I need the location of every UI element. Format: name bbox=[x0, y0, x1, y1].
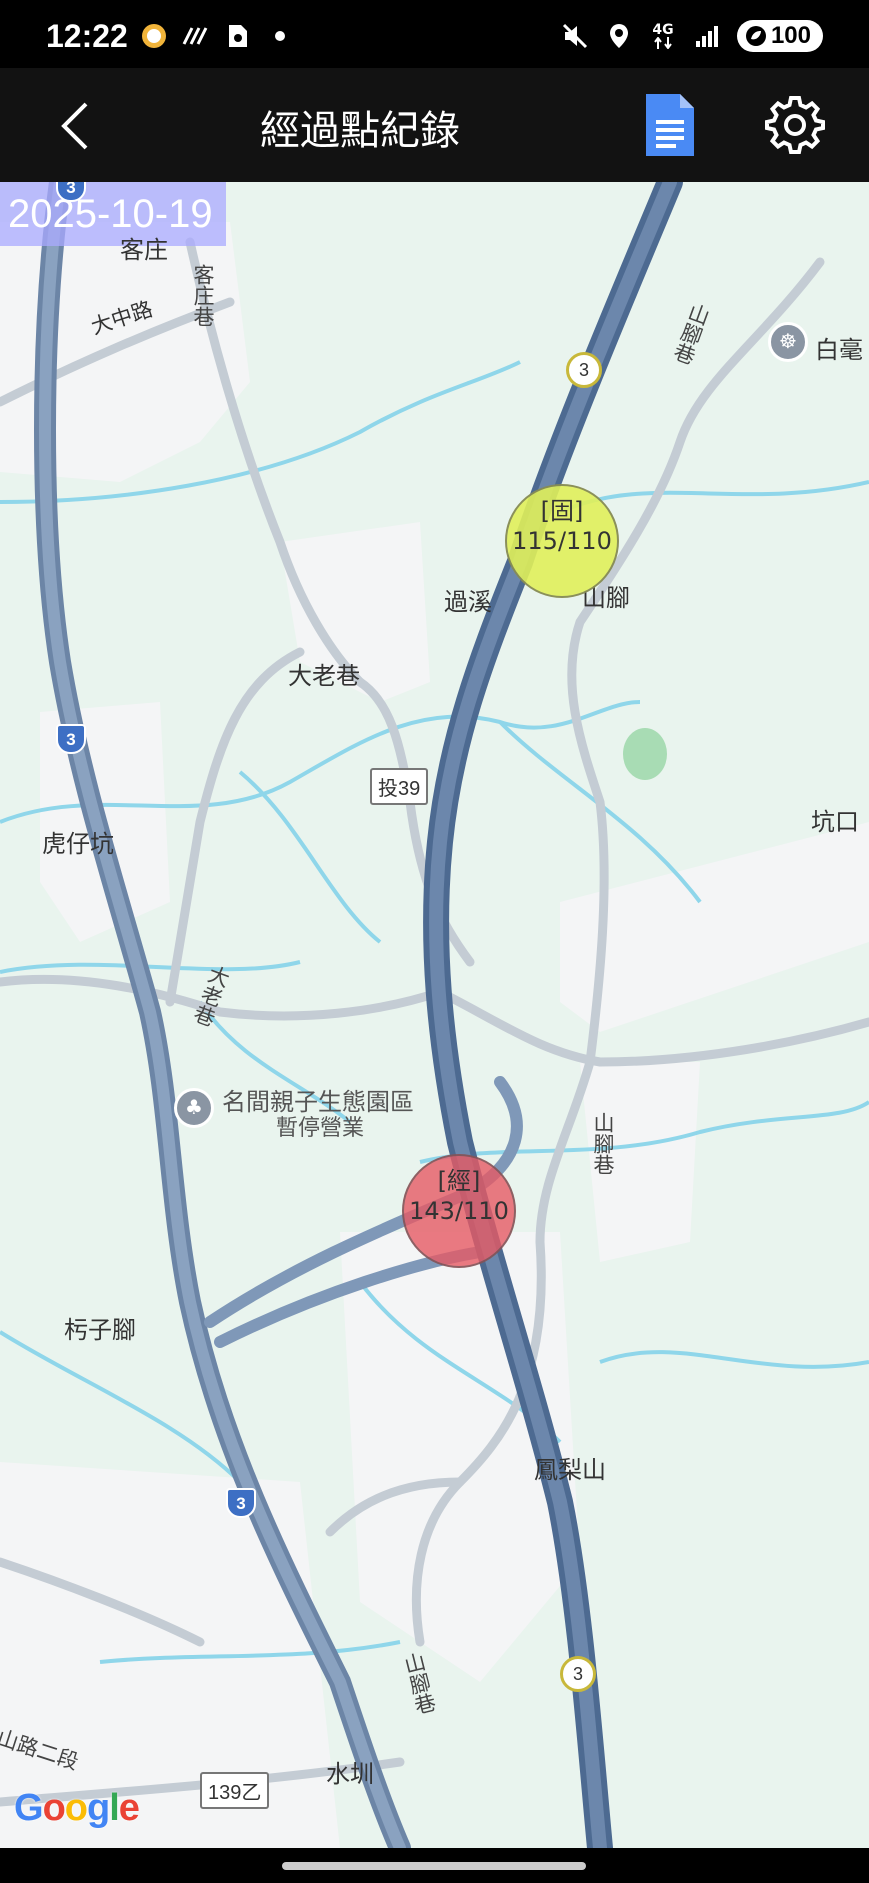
place-label: 水圳 bbox=[326, 1760, 374, 1788]
document-icon bbox=[646, 94, 694, 156]
gear-icon bbox=[765, 96, 825, 154]
place-label: 杇子腳 bbox=[64, 1316, 136, 1344]
park-icon[interactable]: ♣ bbox=[174, 1088, 214, 1128]
status-time: 12:22 bbox=[46, 18, 128, 54]
dot-icon bbox=[266, 22, 294, 50]
marker-count: 143/110 bbox=[409, 1197, 509, 1225]
temple-icon[interactable]: ☸ bbox=[768, 322, 808, 362]
mute-vibrate-icon bbox=[561, 22, 589, 50]
place-label: 鳳梨山 bbox=[534, 1456, 606, 1484]
back-arrow-icon bbox=[61, 102, 88, 150]
notification-icons bbox=[140, 22, 294, 50]
route-139-shield: 139乙 bbox=[200, 1772, 270, 1809]
network-type: 4G bbox=[652, 22, 674, 38]
highway-3-shield: 3 bbox=[560, 1656, 596, 1692]
marker-tag: [經] bbox=[437, 1167, 481, 1195]
place-label: 過溪 bbox=[444, 588, 492, 616]
place-label: 虎仔坑 bbox=[42, 830, 114, 858]
date-label: 2025-10-19 bbox=[0, 182, 226, 246]
home-gesture-handle[interactable] bbox=[282, 1862, 586, 1870]
google-logo: Google bbox=[14, 1787, 140, 1829]
place-label: 白毫 bbox=[815, 336, 863, 364]
highway-3-shield: 3 bbox=[56, 724, 86, 754]
place-label: 大老巷 bbox=[288, 662, 360, 690]
app-bar: 經過點紀錄 bbox=[0, 68, 869, 182]
navigation-bar bbox=[0, 1848, 869, 1883]
place-label: 坑口 bbox=[811, 808, 859, 836]
data-arrows-icon: 4G bbox=[649, 22, 677, 50]
place-label: 客庄 bbox=[120, 236, 168, 264]
road-label: 山腳巷 bbox=[591, 1112, 615, 1175]
marker-tag: [固] bbox=[540, 497, 584, 525]
cell-signal-icon bbox=[693, 22, 721, 50]
poi-label: 暫停營業 bbox=[276, 1116, 365, 1141]
checkpoint-marker-fixed[interactable]: [固] 115/110 bbox=[505, 484, 619, 598]
battery-level: 100 bbox=[770, 22, 811, 49]
map-view[interactable]: 2025-10-19 客庄 大中路 客庄巷 ☸ 白毫 過溪 山腳 大老巷 虎仔坑… bbox=[0, 182, 869, 1848]
highway-3-shield: 3 bbox=[226, 1488, 256, 1518]
route-39-shield: 投39 bbox=[370, 768, 429, 805]
location-icon bbox=[605, 22, 633, 50]
checkpoint-marker-passed[interactable]: [經] 143/110 bbox=[402, 1154, 516, 1268]
road-label: 客庄巷 bbox=[191, 264, 215, 327]
battery-saver-icon bbox=[745, 26, 766, 46]
app-badge-icon bbox=[140, 22, 168, 50]
settings-button[interactable] bbox=[764, 94, 826, 156]
sim-card-icon bbox=[224, 22, 252, 50]
battery-indicator: 100 bbox=[736, 20, 823, 52]
map-roads bbox=[0, 182, 869, 1848]
marker-count: 115/110 bbox=[512, 527, 612, 555]
back-button[interactable] bbox=[50, 98, 100, 154]
highway-3-shield: 3 bbox=[566, 352, 602, 388]
status-bar: 12:22 4G 100 bbox=[0, 0, 869, 68]
signal-lines-icon bbox=[182, 22, 210, 50]
system-icons: 4G 100 bbox=[561, 20, 823, 52]
document-button[interactable] bbox=[642, 90, 698, 160]
page-title: 經過點紀錄 bbox=[260, 108, 460, 154]
